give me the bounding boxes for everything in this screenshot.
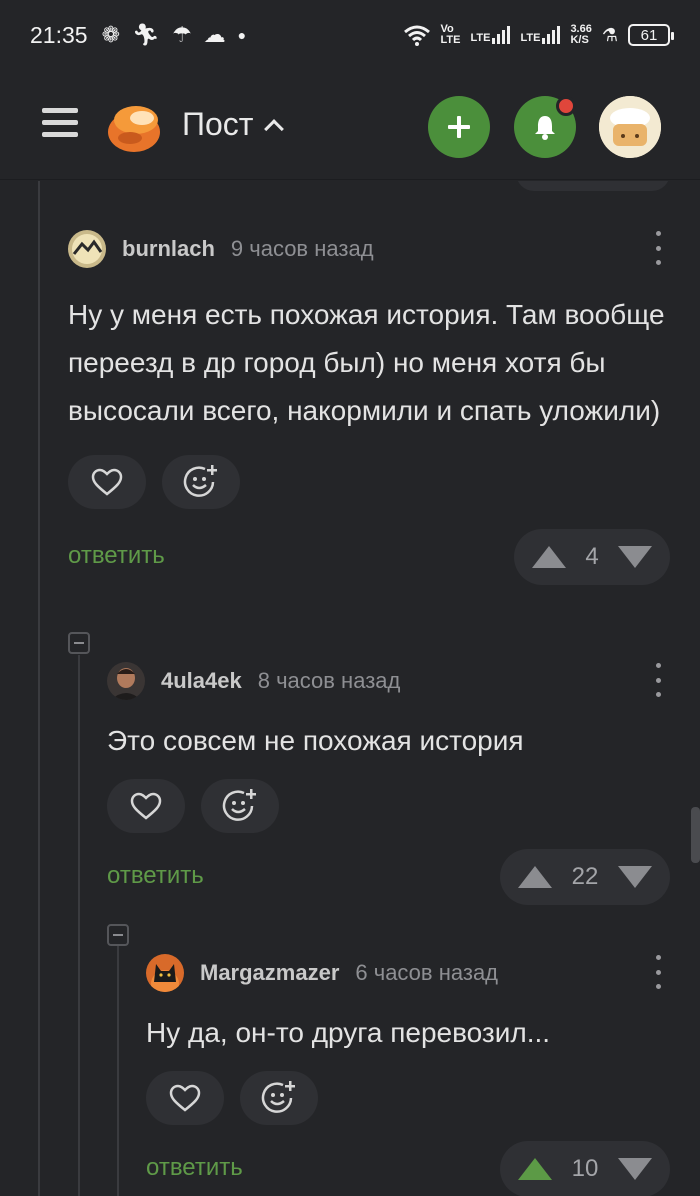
upvote-icon[interactable] bbox=[532, 546, 566, 568]
downvote-icon[interactable] bbox=[617, 546, 652, 568]
status-notification-icons: ❁ 🏃︎ ☂ ☁ ● bbox=[102, 22, 247, 48]
previous-vote-box bbox=[516, 181, 670, 191]
page-title[interactable]: Пост bbox=[182, 106, 285, 143]
username[interactable]: Margazmazer bbox=[200, 960, 339, 986]
status-system-icons: Vo LTE LTE LTE 3.66 K/S ⚗ 61 bbox=[403, 23, 674, 46]
heart-icon bbox=[130, 792, 162, 820]
running-icon: 🏃︎ bbox=[132, 22, 160, 47]
chevron-up-icon bbox=[264, 118, 285, 139]
vote-box: 22 bbox=[500, 849, 670, 905]
add-reaction-button[interactable] bbox=[162, 455, 240, 509]
comments-feed: burnlach 9 часов назад Ну у меня есть по… bbox=[0, 181, 700, 1196]
username[interactable]: burnlach bbox=[122, 236, 215, 262]
heart-icon bbox=[91, 468, 123, 496]
signal-2-icon: LTE bbox=[520, 26, 561, 44]
comment-text: Это совсем не похожая история bbox=[107, 725, 524, 756]
add-reaction-button[interactable] bbox=[201, 779, 279, 833]
notification-badge bbox=[556, 96, 576, 116]
comment: 4ula4ek 8 часов назад Это совсем не похо… bbox=[107, 661, 670, 905]
comment-time: 9 часов назад bbox=[230, 236, 374, 261]
vote-box: 4 bbox=[514, 529, 670, 585]
vote-count: 4 bbox=[585, 543, 599, 570]
more-options-icon[interactable] bbox=[646, 663, 670, 697]
user-avatar[interactable] bbox=[107, 662, 145, 700]
flask-icon: ⚗ bbox=[601, 24, 618, 45]
network-speed: 3.66 K/S bbox=[570, 23, 592, 46]
thread-line bbox=[117, 946, 119, 1196]
reply-link[interactable]: ответить bbox=[68, 542, 165, 570]
battery-icon: 61 bbox=[628, 24, 674, 46]
comment: burnlach 9 часов назад Ну у меня есть по… bbox=[68, 229, 670, 585]
comment-time: 8 часов назад bbox=[257, 668, 401, 693]
smile-plus-icon bbox=[222, 789, 256, 821]
add-reaction-button[interactable] bbox=[240, 1071, 318, 1125]
username[interactable]: 4ula4ek bbox=[161, 668, 242, 694]
volte-indicator: Vo LTE bbox=[440, 23, 461, 46]
user-avatar[interactable] bbox=[146, 954, 184, 992]
wifi-icon bbox=[403, 25, 430, 46]
cloud-icon: ☁ bbox=[203, 22, 226, 47]
downvote-icon[interactable] bbox=[617, 1158, 652, 1180]
settings-gear-icon: ❁ bbox=[101, 22, 120, 47]
collapse-thread-button[interactable] bbox=[68, 632, 90, 654]
notifications-button[interactable] bbox=[514, 96, 576, 158]
like-button[interactable] bbox=[146, 1071, 224, 1125]
dot-icon: ● bbox=[237, 27, 247, 43]
upvote-icon[interactable] bbox=[518, 1158, 552, 1180]
upvote-icon[interactable] bbox=[518, 866, 552, 888]
reply-link[interactable]: ответить bbox=[107, 862, 204, 890]
vote-count: 22 bbox=[571, 863, 599, 890]
pikabu-logo[interactable] bbox=[106, 98, 162, 154]
vote-box: 10 bbox=[500, 1141, 670, 1196]
more-options-icon[interactable] bbox=[646, 955, 670, 989]
heart-icon bbox=[169, 1084, 201, 1112]
smile-plus-icon bbox=[261, 1081, 295, 1113]
thread-line bbox=[78, 655, 80, 1196]
plus-icon bbox=[448, 116, 470, 138]
vote-count: 10 bbox=[571, 1155, 599, 1182]
like-button[interactable] bbox=[68, 455, 146, 509]
comment-time: 6 часов назад bbox=[355, 960, 499, 985]
collapse-thread-button[interactable] bbox=[107, 924, 129, 946]
scrollbar-thumb[interactable] bbox=[691, 807, 700, 863]
like-button[interactable] bbox=[107, 779, 185, 833]
comment: Margazmazer 6 часов назад Ну да, он-то д… bbox=[146, 953, 670, 1196]
status-time: 21:35 bbox=[30, 21, 88, 48]
downvote-icon[interactable] bbox=[617, 866, 652, 888]
umbrella-icon: ☂ bbox=[171, 22, 192, 47]
more-options-icon[interactable] bbox=[646, 231, 670, 265]
app-header: Пост bbox=[0, 70, 700, 180]
user-avatar[interactable] bbox=[68, 230, 106, 268]
reply-link[interactable]: ответить bbox=[146, 1154, 243, 1182]
signal-1-icon: LTE bbox=[471, 26, 511, 44]
smile-plus-icon bbox=[183, 465, 217, 497]
profile-avatar[interactable] bbox=[599, 96, 661, 158]
thread-line bbox=[38, 181, 40, 1196]
bell-icon bbox=[535, 116, 555, 140]
status-bar: 21:35 ❁ 🏃︎ ☂ ☁ ● Vo LTE LTE LTE 3.66 K/S ⚗… bbox=[0, 0, 700, 70]
comment-text: Ну да, он-то друга перевозил... bbox=[146, 1017, 551, 1048]
menu-icon[interactable] bbox=[42, 108, 78, 140]
comment-text: Ну у меня есть похожая история. Там вооб… bbox=[68, 299, 665, 426]
add-post-button[interactable] bbox=[428, 96, 490, 158]
